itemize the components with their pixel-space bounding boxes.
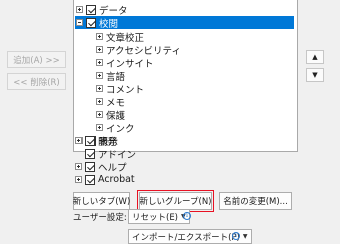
add-button[interactable]: 追加(A) >> (7, 51, 66, 68)
tree-item-label: コメント (106, 84, 145, 96)
tree-item-review[interactable]: 校閲 (75, 16, 294, 30)
tree-group-item[interactable]: 文章校正 (96, 30, 145, 44)
tree-item-label: アドイン (98, 149, 137, 161)
tree-item-label: 文章校正 (106, 32, 145, 44)
tree-item-label: 校閲 (99, 18, 119, 30)
expand-icon[interactable] (96, 33, 103, 40)
checkbox-checked-icon[interactable] (85, 174, 95, 185)
tree-item-developer[interactable]: 開発 (75, 134, 118, 148)
user-settings-label: ユーザー設定: (73, 213, 127, 223)
expand-icon[interactable] (76, 6, 83, 13)
expand-icon[interactable] (96, 85, 103, 92)
tree-item-data[interactable]: データ (76, 3, 128, 17)
expand-icon[interactable] (75, 176, 82, 183)
new-tab-button[interactable]: 新しいタブ(W) (73, 192, 130, 210)
expand-icon[interactable] (96, 98, 103, 105)
checkbox-checked-icon[interactable] (86, 4, 96, 15)
expand-icon[interactable] (96, 46, 103, 53)
tree-item-label: Acrobat (98, 174, 135, 185)
triangle-up-icon: ▲ (312, 53, 318, 61)
info-icon[interactable]: i (183, 212, 191, 220)
reset-dropdown[interactable]: リセット(E) ▼ (128, 209, 190, 224)
tree-group-item[interactable]: 保護 (96, 108, 126, 122)
remove-button[interactable]: << 削除(R) (7, 73, 66, 90)
tree-item-label: アクセシビリティ (106, 45, 181, 57)
tree-group-item[interactable]: インク (96, 121, 135, 135)
tree-item-label: メモ (106, 97, 126, 109)
tree-group-item[interactable]: メモ (96, 95, 126, 109)
tree-item-label: インサイト (106, 58, 154, 70)
expand-icon[interactable] (96, 72, 103, 79)
new-group-button[interactable]: 新しいグループ(N) (137, 190, 214, 212)
tree-item-help[interactable]: ヘルプ (75, 160, 127, 174)
tree-group-item[interactable]: 言語 (96, 69, 126, 83)
tree-item-label: データ (99, 5, 128, 17)
checkbox-checked-icon[interactable] (85, 148, 95, 159)
tree-item-addins[interactable]: アドイン (85, 147, 137, 161)
rename-button[interactable]: 名前の変更(M)... (219, 192, 292, 210)
collapse-icon[interactable] (76, 19, 83, 26)
checkbox-unchecked-icon[interactable] (85, 135, 95, 146)
expand-icon[interactable] (96, 59, 103, 66)
ribbon-tab-tree[interactable]: データ 校閲 文章校正 アクセシビリティ インサイト 言語 コメント メモ 保護… (73, 0, 298, 152)
checkbox-checked-icon[interactable] (86, 17, 96, 28)
import-export-dropdown-label: インポート/エクスポート(P) (132, 232, 240, 243)
tree-item-label: ヘルプ (98, 162, 127, 174)
expand-icon[interactable] (96, 124, 103, 131)
reset-dropdown-label: リセット(E) (132, 212, 179, 223)
tree-item-label: 言語 (106, 71, 126, 83)
tree-item-label: 保護 (106, 110, 126, 122)
move-up-button[interactable]: ▲ (306, 50, 324, 64)
tree-item-acrobat[interactable]: Acrobat (75, 173, 135, 186)
expand-icon[interactable] (75, 163, 82, 170)
tree-item-label: 開発 (98, 136, 118, 148)
tree-group-item[interactable]: インサイト (96, 56, 154, 70)
triangle-down-icon: ▼ (312, 71, 318, 79)
checkbox-checked-icon[interactable] (85, 161, 95, 172)
tree-item-label: インク (106, 123, 135, 135)
tree-group-item[interactable]: コメント (96, 82, 145, 96)
expand-icon[interactable] (75, 137, 82, 144)
expand-icon[interactable] (96, 111, 103, 118)
move-down-button[interactable]: ▼ (306, 68, 324, 82)
tree-group-item[interactable]: アクセシビリティ (96, 43, 181, 57)
chevron-down-icon: ▼ (242, 233, 248, 240)
info-icon[interactable]: i (232, 232, 240, 240)
